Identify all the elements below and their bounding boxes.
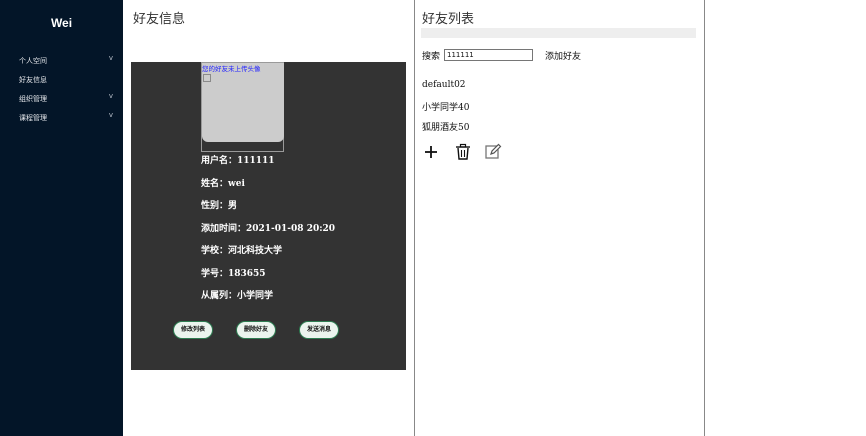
page-title: 好友信息 [133, 12, 186, 27]
field-school: 学校：河北科技大学 [201, 246, 283, 256]
field-name: 姓名：wei [201, 179, 245, 189]
field-added-time: 添加时间：2021-01-08 20:20 [201, 224, 336, 234]
field-gender: 性别：男 [201, 201, 238, 211]
friend-list-header-bar [421, 28, 696, 38]
sidebar-item-label: 组织管理 [19, 95, 47, 103]
chevron-down-icon: v [108, 54, 113, 62]
send-message-button[interactable]: 发送消息 [299, 321, 339, 339]
field-username: 用户名：111111 [201, 156, 275, 166]
sidebar-item-org-management[interactable]: 组织管理 v [0, 91, 123, 109]
edit-icon[interactable] [484, 143, 502, 161]
avatar-placeholder [202, 63, 284, 142]
chevron-down-icon: v [108, 92, 113, 100]
search-label: 搜索 [422, 52, 441, 62]
sidebar-item-course-management[interactable]: 课程管理 v [0, 110, 123, 128]
avatar-caption: 您的好友未上传头像 [202, 65, 261, 73]
sidebar-item-label: 课程管理 [19, 114, 47, 122]
sidebar-item-friend-info[interactable]: 好友信息 [0, 72, 123, 90]
field-student-id: 学号：183655 [201, 269, 266, 279]
friend-list-title: 好友列表 [422, 12, 475, 27]
brand-logo: Wei [50, 16, 73, 30]
friend-group-item[interactable]: 小学同学40 [422, 100, 469, 113]
modify-list-button[interactable]: 修改列表 [173, 321, 213, 339]
panel-divider [704, 0, 705, 436]
sidebar-item-label: 个人空间 [19, 57, 47, 65]
friend-info-card: 您的好友未上传头像 用户名：111111 姓名：wei 性别：男 添加时间：20… [131, 62, 406, 370]
field-group: 从属列：小学同学 [201, 291, 274, 301]
trash-icon[interactable] [454, 143, 472, 161]
friend-group-item[interactable]: default02 [422, 80, 466, 90]
chevron-down-icon: v [108, 111, 113, 119]
add-friend-button[interactable]: 添加好友 [545, 49, 581, 62]
delete-friend-button[interactable]: 删除好友 [236, 321, 276, 339]
sidebar-item-label: 好友信息 [19, 76, 47, 84]
friend-group-item[interactable]: 狐朋酒友50 [422, 120, 469, 133]
plus-icon[interactable] [422, 143, 440, 161]
sidebar: Wei 个人空间 v 好友信息 组织管理 v 课程管理 v [0, 0, 123, 436]
panel-divider [414, 0, 415, 436]
sidebar-item-personal-space[interactable]: 个人空间 v [0, 53, 123, 71]
search-input[interactable] [444, 49, 533, 61]
broken-image-icon [203, 74, 211, 82]
avatar: 您的好友未上传头像 [201, 62, 284, 152]
